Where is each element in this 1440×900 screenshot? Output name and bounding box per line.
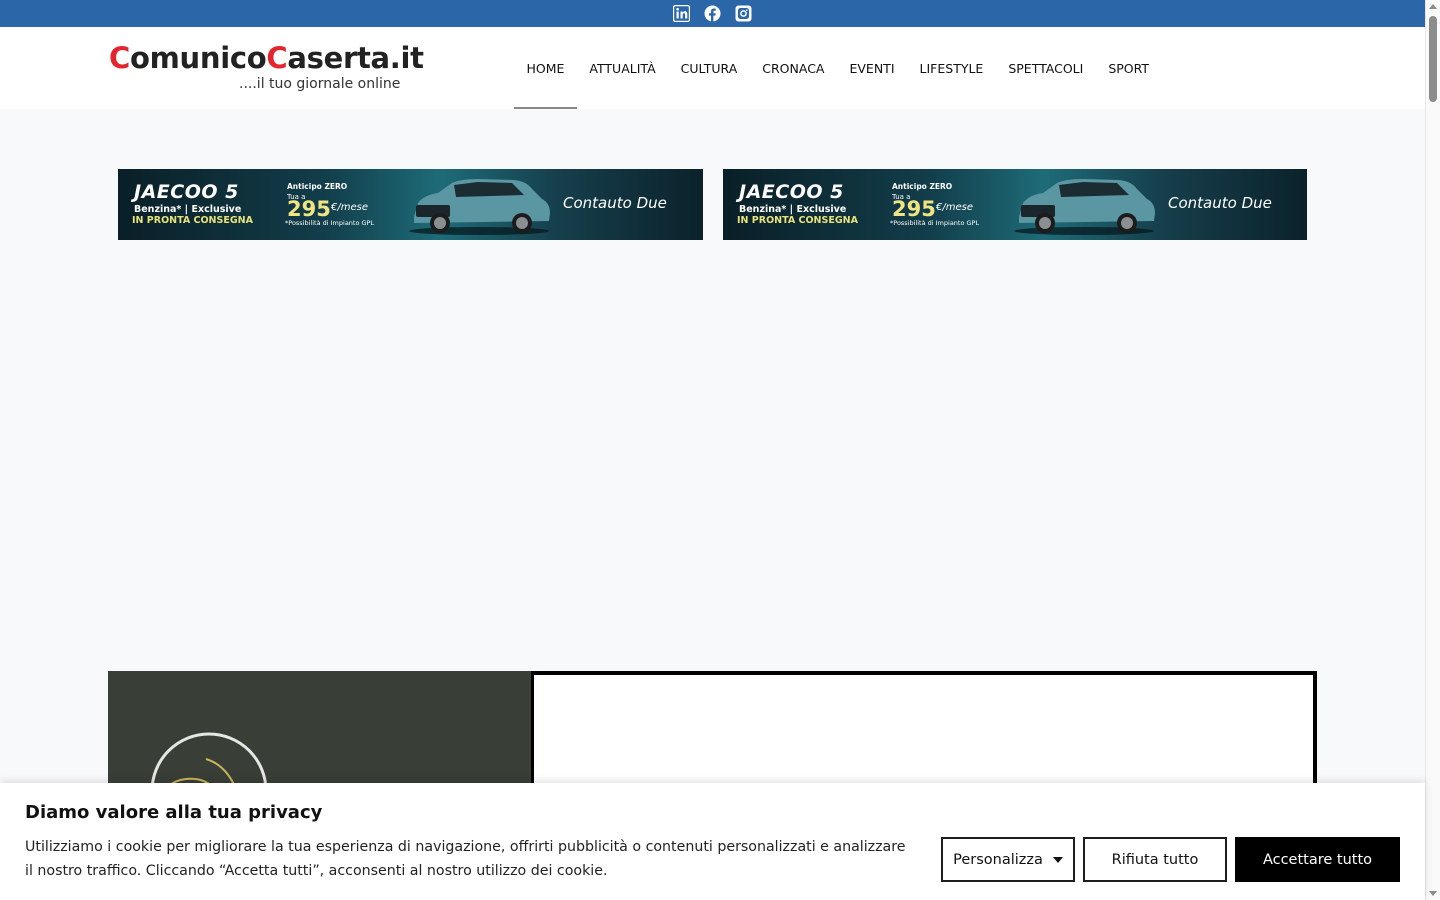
nav-item-eventi[interactable]: EVENTI <box>837 27 907 109</box>
nav-item-attualita[interactable]: ATTUALITÀ <box>577 27 668 109</box>
banner-model: JAECOO 5 <box>134 181 239 203</box>
logo-wordmark: ComunicoCaserta.it <box>109 41 424 75</box>
main-nav: HOME ATTUALITÀ CULTURA CRONACA EVENTI LI… <box>514 27 1162 109</box>
nav-item-cronaca[interactable]: CRONACA <box>750 27 837 109</box>
banner-dealer: Contauto Due <box>563 194 667 212</box>
cookie-consent-banner: Diamo valore alla tua privacy Utilizziam… <box>0 783 1425 900</box>
nav-item-home[interactable]: HOME <box>514 27 577 109</box>
banner-per-month: €/mese <box>936 202 973 213</box>
cookie-description: Utilizziamo i cookie per migliorare la t… <box>25 839 906 879</box>
linkedin-icon[interactable] <box>673 5 691 23</box>
banner-price: 295 <box>287 197 331 221</box>
site-logo[interactable]: ComunicoCaserta.it ....il tuo giornale o… <box>109 41 424 97</box>
car-image <box>409 179 550 235</box>
banner-dealer: Contauto Due <box>1168 194 1272 212</box>
banner-price: 295 <box>892 197 936 221</box>
facebook-icon[interactable] <box>704 5 722 23</box>
car-image <box>1014 179 1155 235</box>
instagram-icon[interactable] <box>735 5 753 23</box>
banner-note: *Possibilità di Impianto GPL <box>890 219 980 227</box>
banner-model: JAECOO 5 <box>739 181 844 203</box>
nav-item-spettacoli[interactable]: SPETTACOLI <box>996 27 1096 109</box>
banner-note: *Possibilità di Impianto GPL <box>285 219 375 227</box>
scroll-up-arrow-icon[interactable] <box>1429 4 1437 9</box>
page-scrollbar[interactable] <box>1425 0 1440 900</box>
banner-per-month: €/mese <box>331 202 368 213</box>
banner-offer: Anticipo ZERO <box>892 182 953 191</box>
nav-item-lifestyle[interactable]: LIFESTYLE <box>907 27 996 109</box>
site-header: ComunicoCaserta.it ....il tuo giornale o… <box>0 27 1425 109</box>
cookie-title: Diamo valore alla tua privacy <box>25 802 323 823</box>
scroll-thumb[interactable] <box>1429 16 1437 102</box>
customize-button-label: Personalizza <box>953 851 1043 868</box>
logo-tagline: ....il tuo giornale online <box>239 76 401 92</box>
banner-availability: IN PRONTA CONSEGNA <box>737 215 858 226</box>
nav-item-sport[interactable]: SPORT <box>1096 27 1162 109</box>
nav-item-cultura[interactable]: CULTURA <box>668 27 750 109</box>
accept-all-button[interactable]: Accettare tutto <box>1235 837 1400 882</box>
caret-down-icon <box>1052 856 1063 863</box>
banner-fuel: Benzina* | Exclusive <box>134 204 242 215</box>
ad-banner-left[interactable]: JAECOO 5 Benzina* | Exclusive IN PRONTA … <box>118 169 703 240</box>
scroll-down-arrow-icon[interactable] <box>1429 891 1437 896</box>
ad-banner-right[interactable]: JAECOO 5 Benzina* | Exclusive IN PRONTA … <box>723 169 1307 240</box>
banner-availability: IN PRONTA CONSEGNA <box>132 215 253 226</box>
banner-fuel: Benzina* | Exclusive <box>739 204 847 215</box>
social-topbar <box>0 0 1425 27</box>
customize-button[interactable]: Personalizza <box>941 837 1075 882</box>
banner-offer: Anticipo ZERO <box>287 182 348 191</box>
reject-all-button[interactable]: Rifiuta tutto <box>1083 837 1227 882</box>
